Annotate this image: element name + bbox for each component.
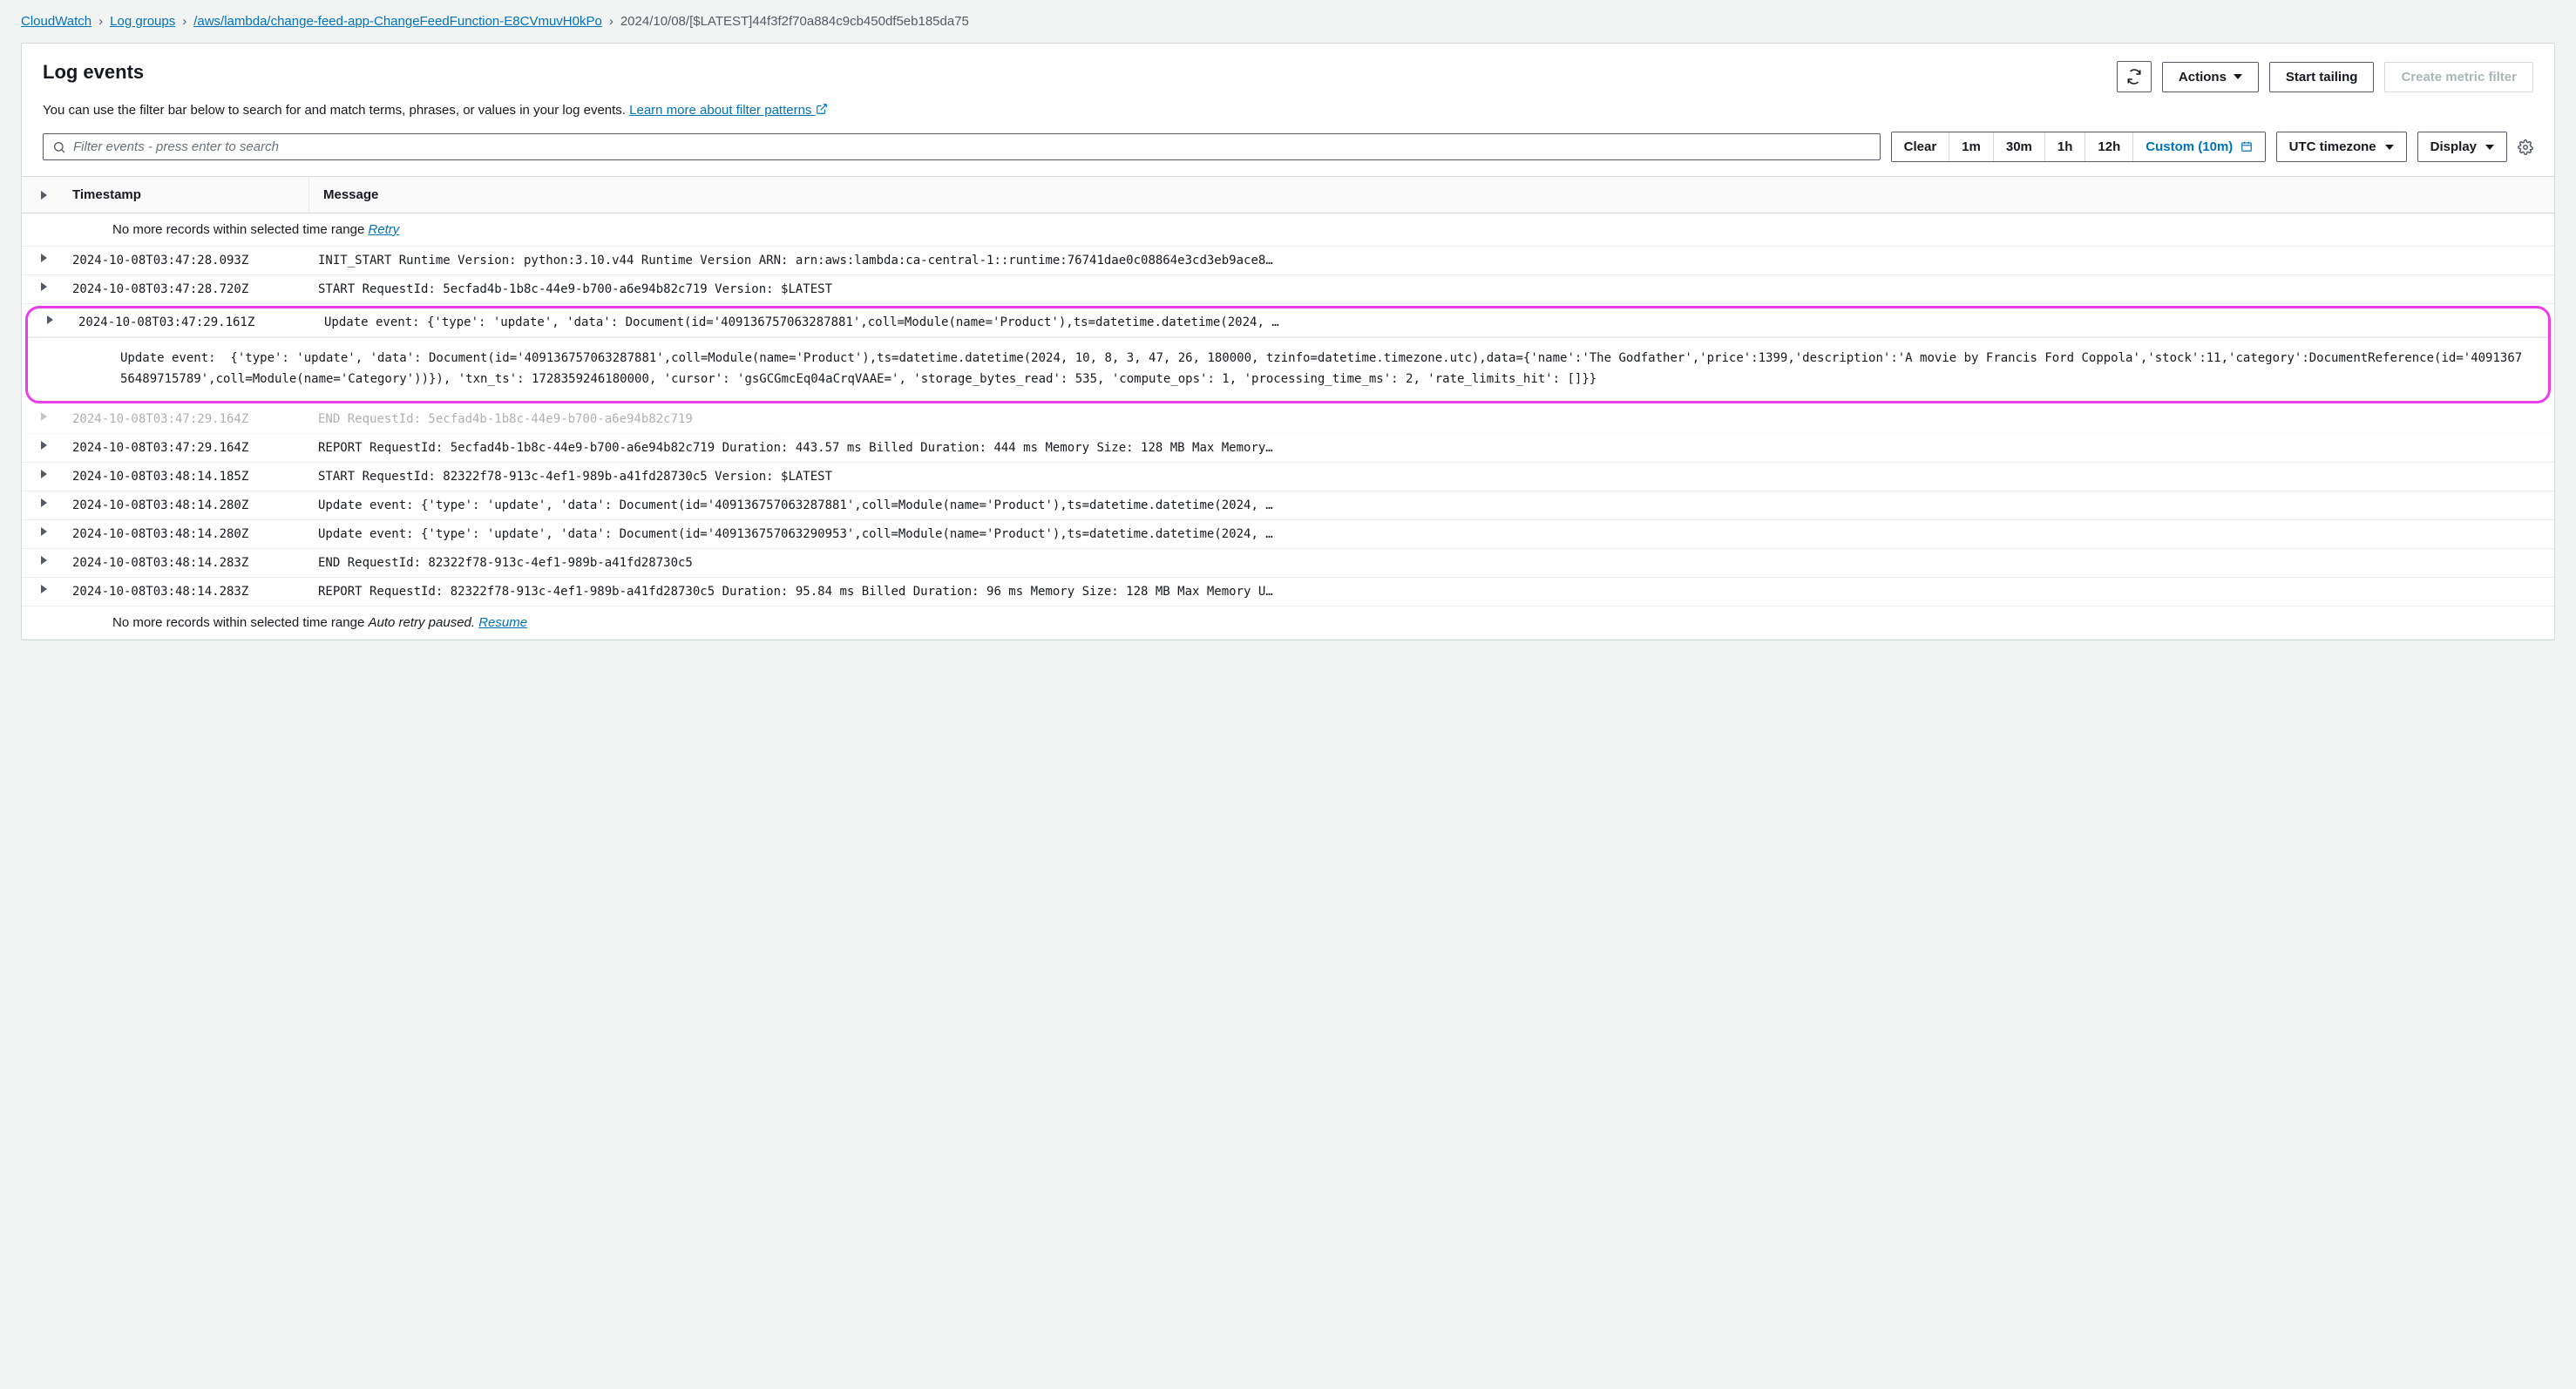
range-30m-button[interactable]: 30m xyxy=(1994,132,2045,161)
range-1h-button[interactable]: 1h xyxy=(2045,132,2086,161)
log-row[interactable]: 2024-10-08T03:47:29.161ZUpdate event: {'… xyxy=(28,308,2548,337)
search-icon xyxy=(52,140,66,154)
row-timestamp: 2024-10-08T03:47:29.161Z xyxy=(71,308,315,336)
row-timestamp: 2024-10-08T03:47:29.164Z xyxy=(65,434,309,462)
triangle-right-icon xyxy=(47,315,53,324)
chevron-right-icon: › xyxy=(182,14,186,29)
create-metric-filter-button[interactable]: Create metric filter xyxy=(2384,62,2533,92)
row-toggle[interactable] xyxy=(22,434,65,457)
row-message: Update event: {'type': 'update', 'data':… xyxy=(309,491,2554,519)
log-row[interactable]: 2024-10-08T03:48:14.283ZREPORT RequestId… xyxy=(22,578,2554,606)
row-message: START RequestId: 82322f78-913c-4ef1-989b… xyxy=(309,463,2554,491)
row-message: INIT_START Runtime Version: python:3.10.… xyxy=(309,247,2554,274)
log-row[interactable]: 2024-10-08T03:47:29.164ZEND RequestId: 5… xyxy=(22,405,2554,434)
row-toggle[interactable] xyxy=(22,520,65,543)
log-row[interactable]: 2024-10-08T03:47:29.164ZREPORT RequestId… xyxy=(22,434,2554,463)
resume-link[interactable]: Resume xyxy=(478,615,527,630)
log-events-table: Timestamp Message No more records within… xyxy=(22,176,2554,640)
row-toggle[interactable] xyxy=(22,405,65,428)
triangle-right-icon xyxy=(41,191,47,200)
external-link-icon xyxy=(816,103,828,115)
log-row[interactable]: 2024-10-08T03:47:28.093ZINIT_START Runti… xyxy=(22,247,2554,275)
triangle-right-icon xyxy=(41,527,47,536)
row-toggle[interactable] xyxy=(22,491,65,514)
row-message: Update event: {'type': 'update', 'data':… xyxy=(315,308,2548,336)
column-header-message[interactable]: Message xyxy=(309,177,2554,213)
log-row[interactable]: 2024-10-08T03:48:14.283ZEND RequestId: 8… xyxy=(22,549,2554,578)
no-more-records-top: No more records within selected time ran… xyxy=(22,213,2554,247)
timezone-select[interactable]: UTC timezone xyxy=(2276,132,2407,162)
log-row[interactable]: 2024-10-08T03:48:14.280ZUpdate event: {'… xyxy=(22,491,2554,520)
chevron-right-icon: › xyxy=(609,14,613,29)
display-select[interactable]: Display xyxy=(2417,132,2507,162)
triangle-right-icon xyxy=(41,585,47,593)
row-toggle[interactable] xyxy=(22,275,65,298)
log-events-panel: Log events Actions Start tailing Create … xyxy=(21,43,2555,640)
range-12h-button[interactable]: 12h xyxy=(2085,132,2133,161)
caret-down-icon xyxy=(2385,145,2394,150)
highlighted-log-entry: 2024-10-08T03:47:29.161ZUpdate event: {'… xyxy=(25,306,2551,403)
page-title: Log events xyxy=(43,61,144,84)
row-toggle[interactable] xyxy=(22,247,65,269)
expanded-log-detail: Update event: {'type': 'update', 'data':… xyxy=(28,337,2548,401)
row-message: REPORT RequestId: 5ecfad4b-1b8c-44e9-b70… xyxy=(309,434,2554,462)
row-toggle[interactable] xyxy=(28,308,71,331)
breadcrumb-root[interactable]: CloudWatch xyxy=(21,14,92,29)
row-message: Update event: {'type': 'update', 'data':… xyxy=(309,520,2554,548)
time-range-segment: Clear 1m 30m 1h 12h Custom (10m) xyxy=(1891,132,2266,162)
actions-button[interactable]: Actions xyxy=(2162,62,2259,92)
gear-icon[interactable] xyxy=(2518,139,2533,155)
triangle-right-icon xyxy=(41,282,47,291)
refresh-button[interactable] xyxy=(2117,61,2152,92)
triangle-right-icon xyxy=(41,254,47,262)
row-message: START RequestId: 5ecfad4b-1b8c-44e9-b700… xyxy=(309,275,2554,303)
caret-down-icon xyxy=(2234,74,2242,79)
breadcrumb-loggroup[interactable]: /aws/lambda/change-feed-app-ChangeFeedFu… xyxy=(193,14,602,29)
row-toggle[interactable] xyxy=(22,578,65,600)
breadcrumb-loggroups[interactable]: Log groups xyxy=(110,14,175,29)
row-timestamp: 2024-10-08T03:48:14.280Z xyxy=(65,520,309,548)
row-timestamp: 2024-10-08T03:48:14.280Z xyxy=(65,491,309,519)
triangle-right-icon xyxy=(41,556,47,565)
auto-retry-paused: Auto retry paused. xyxy=(368,615,475,630)
chevron-right-icon: › xyxy=(98,14,103,29)
range-custom-button[interactable]: Custom (10m) xyxy=(2133,132,2264,161)
breadcrumb-current: 2024/10/08/[$LATEST]44f3f2f70a884c9cb450… xyxy=(620,14,969,29)
calendar-icon xyxy=(2240,140,2253,152)
row-toggle[interactable] xyxy=(22,549,65,572)
filter-events-input-wrap[interactable] xyxy=(43,133,1881,160)
triangle-right-icon xyxy=(41,441,47,450)
row-timestamp: 2024-10-08T03:47:28.720Z xyxy=(65,275,309,303)
refresh-icon xyxy=(2126,69,2142,85)
log-row[interactable]: 2024-10-08T03:47:28.720ZSTART RequestId:… xyxy=(22,275,2554,304)
range-1m-button[interactable]: 1m xyxy=(1949,132,1994,161)
breadcrumb: CloudWatch › Log groups › /aws/lambda/ch… xyxy=(0,0,2576,43)
start-tailing-button[interactable]: Start tailing xyxy=(2269,62,2375,92)
clear-range-button[interactable]: Clear xyxy=(1892,132,1950,161)
learn-more-link[interactable]: Learn more about filter patterns xyxy=(629,103,827,118)
expand-all-toggle[interactable] xyxy=(22,177,65,213)
triangle-right-icon xyxy=(41,470,47,478)
column-header-timestamp[interactable]: Timestamp xyxy=(65,177,309,213)
row-timestamp: 2024-10-08T03:48:14.185Z xyxy=(65,463,309,491)
triangle-right-icon xyxy=(41,498,47,507)
row-timestamp: 2024-10-08T03:47:29.164Z xyxy=(65,405,309,433)
row-message: END RequestId: 5ecfad4b-1b8c-44e9-b700-a… xyxy=(309,405,2554,433)
row-timestamp: 2024-10-08T03:47:28.093Z xyxy=(65,247,309,274)
filter-events-input[interactable] xyxy=(73,139,1871,154)
row-timestamp: 2024-10-08T03:48:14.283Z xyxy=(65,549,309,577)
page-subtitle: You can use the filter bar below to sear… xyxy=(22,103,2554,132)
row-toggle[interactable] xyxy=(22,463,65,485)
retry-link[interactable]: Retry xyxy=(368,222,399,237)
no-more-records-bottom: No more records within selected time ran… xyxy=(22,606,2554,640)
row-timestamp: 2024-10-08T03:48:14.283Z xyxy=(65,578,309,606)
caret-down-icon xyxy=(2485,145,2494,150)
triangle-right-icon xyxy=(41,412,47,421)
row-message: REPORT RequestId: 82322f78-913c-4ef1-989… xyxy=(309,578,2554,606)
log-row[interactable]: 2024-10-08T03:48:14.280ZUpdate event: {'… xyxy=(22,520,2554,549)
row-message: END RequestId: 82322f78-913c-4ef1-989b-a… xyxy=(309,549,2554,577)
log-row[interactable]: 2024-10-08T03:48:14.185ZSTART RequestId:… xyxy=(22,463,2554,491)
